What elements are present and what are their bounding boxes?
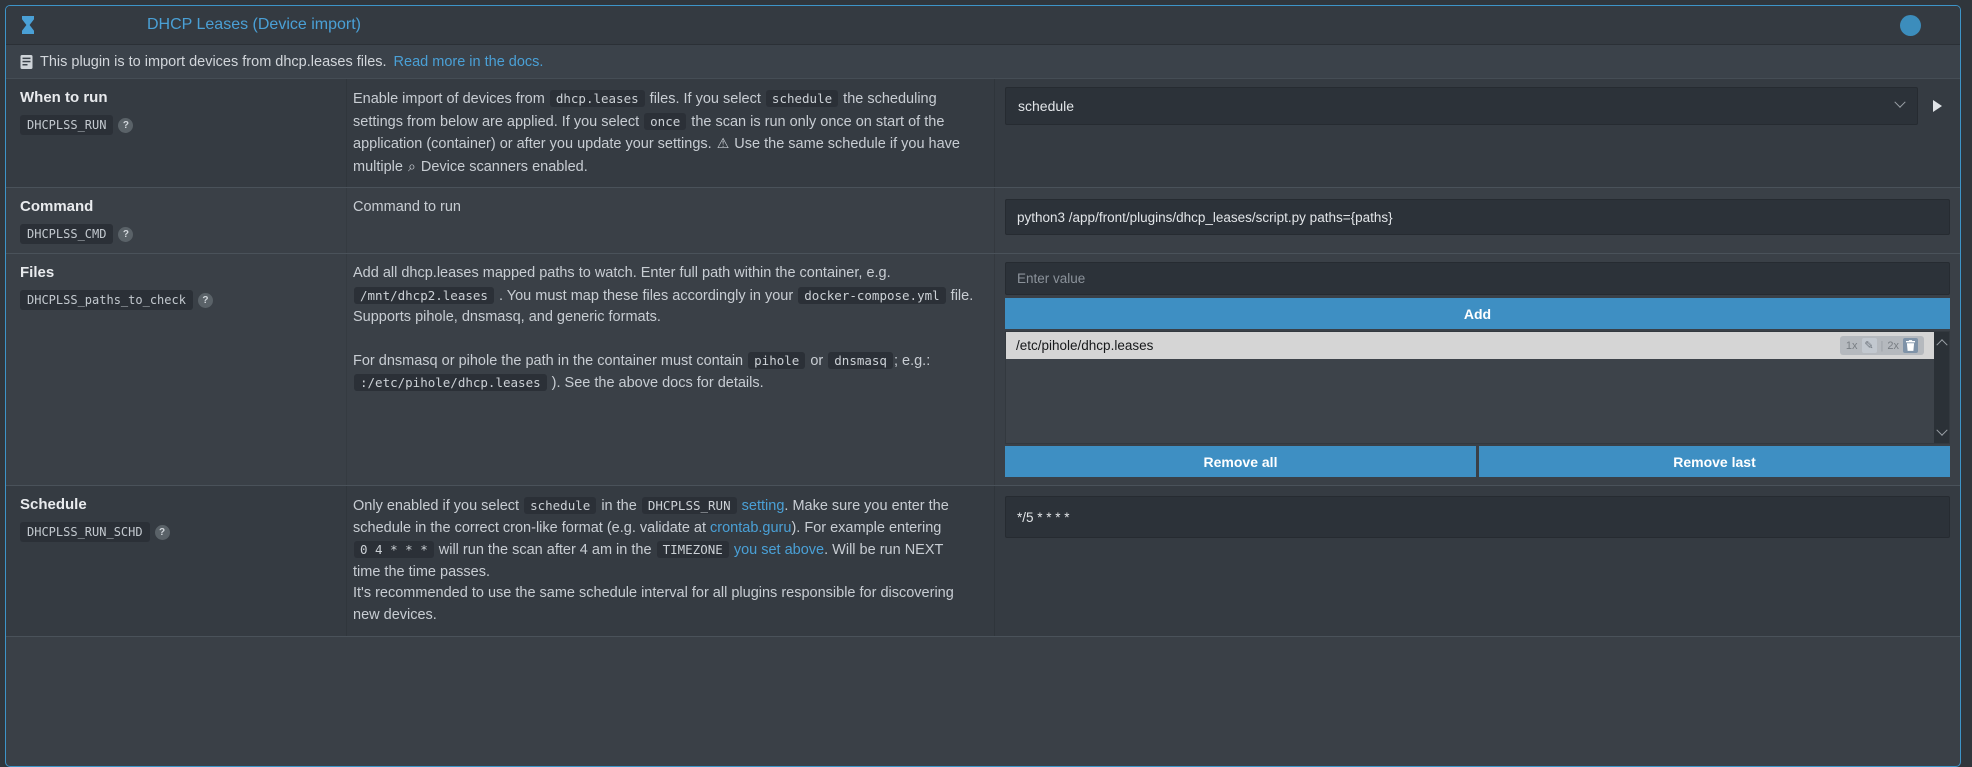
panel-header: DHCP Leases (Device import) [6,6,1960,45]
text-segment: It's recommended to use the same schedul… [353,585,954,623]
inline-code: 0 4 * * * [354,541,434,558]
setting-key-badge: DHCPLSS_RUN_SCHD [20,522,150,542]
setting-description-cell: Command to run [346,188,994,253]
setting-name: Command [20,197,332,217]
hourglass-icon [21,16,35,34]
listbox-scrollbar[interactable] [1934,332,1949,443]
trash-icon [1903,338,1918,353]
setting-control-cell [994,188,1960,253]
scroll-up-icon[interactable] [1936,339,1947,350]
text-segment: Command to run [353,199,461,215]
text-segment: will run the scan after 4 am in the [435,542,656,558]
setting-name: When to run [20,88,332,108]
setting-description-cell: Enable import of devices from dhcp.lease… [346,79,994,187]
setting-control-cell [994,486,1960,636]
help-icon[interactable] [198,293,213,308]
inline-code: TIMEZONE [657,541,729,558]
hint-divider: | [1881,340,1884,352]
docs-link[interactable]: Read more in the docs. [394,54,544,70]
file-list-item[interactable]: /etc/pihole/dhcp.leases 1x ✎ |2x [1006,332,1934,359]
file-path: /etc/pihole/dhcp.leases [1016,338,1153,353]
setting-row-files: Files DHCPLSS_paths_to_check Add all dhc… [6,254,1960,486]
setting-description-cell: Only enabled if you select schedule in t… [346,486,994,636]
plugin-enabled-indicator[interactable] [1900,15,1921,36]
add-button[interactable]: Add [1005,298,1950,329]
item-action-hints: 1x ✎ |2x [1840,336,1924,355]
setting-description: Only enabled if you select schedule in t… [353,495,974,626]
inline-code: once [644,113,686,130]
plugin-settings-panel: DHCP Leases (Device import) This plugin … [5,5,1961,767]
inline-code: DHCPLSS_RUN [642,497,737,514]
inline-link[interactable]: you set above [734,542,824,558]
chevron-down-icon [1894,97,1905,108]
setting-row-command: Command DHCPLSS_CMD Command to run [6,188,1960,254]
text-segment: For dnsmasq or pihole the path in the co… [353,353,747,369]
files-listbox: /etc/pihole/dhcp.leases 1x ✎ |2x [1005,331,1950,444]
select-value: schedule [1018,98,1074,114]
inline-code: :/etc/pihole/dhcp.leases [354,374,547,391]
remove-all-button[interactable]: Remove all [1005,446,1476,477]
setting-name: Schedule [20,495,332,515]
setting-label-cell: Command DHCPLSS_CMD [6,188,346,253]
inline-link[interactable]: setting [742,498,785,514]
scroll-down-icon[interactable] [1936,425,1947,436]
setting-key-badge: DHCPLSS_CMD [20,224,113,244]
warning-icon: ⚠ [716,135,731,151]
help-icon[interactable] [155,525,170,540]
plugin-info-text: This plugin is to import devices from dh… [40,54,387,70]
cron-schedule-input[interactable] [1005,496,1950,538]
search-plus-icon: ⌕ [407,158,417,174]
text-segment: ). For example entering [791,520,941,536]
setting-label-cell: Schedule DHCPLSS_RUN_SCHD [6,486,346,636]
setting-control-cell: schedule [994,79,1960,187]
text-segment: Add all dhcp.leases mapped paths to watc… [353,265,891,281]
inline-code: pihole [748,352,805,369]
inline-link[interactable]: crontab.guru [710,520,791,536]
inline-code: dnsmasq [828,352,893,369]
text-segment: . You must map these files accordingly i… [495,288,797,304]
inline-code: schedule [766,90,838,107]
setting-label-cell: Files DHCPLSS_paths_to_check [6,254,346,485]
setting-description: Enable import of devices from dhcp.lease… [353,88,974,178]
new-path-input[interactable] [1005,262,1950,295]
plugin-info-bar: This plugin is to import devices from dh… [6,45,1960,79]
command-input[interactable] [1005,199,1950,235]
text-segment: ). See the above docs for details. [548,375,764,391]
setting-row-when-to-run: When to run DHCPLSS_RUN Enable import of… [6,79,1960,188]
setting-key-badge: DHCPLSS_paths_to_check [20,290,193,310]
when-to-run-select[interactable]: schedule [1005,87,1918,125]
inline-code: dhcp.leases [550,90,645,107]
inline-code: schedule [524,497,596,514]
panel-title: DHCP Leases (Device import) [147,16,361,34]
run-plugin-button[interactable] [1924,88,1950,124]
inline-code: /mnt/dhcp2.leases [354,287,494,304]
setting-key-badge: DHCPLSS_RUN [20,115,113,135]
setting-row-schedule: Schedule DHCPLSS_RUN_SCHD Only enabled i… [6,486,1960,637]
play-icon [1933,100,1942,112]
setting-control-cell: Add /etc/pihole/dhcp.leases 1x ✎ |2x Remove… [994,254,1960,485]
files-list: /etc/pihole/dhcp.leases 1x ✎ |2x [1006,332,1934,359]
text-segment: Device scanners enabled. [417,159,588,175]
help-icon[interactable] [118,227,133,242]
delete-hint-count: 2x [1887,340,1899,352]
text-segment: in the [597,498,641,514]
edit-hint-count: 1x [1846,340,1858,352]
text-segment: ; e.g.: [894,353,930,369]
edit-icon: ✎ [1862,338,1877,353]
help-icon[interactable] [118,118,133,133]
inline-code: docker-compose.yml [798,287,945,304]
setting-description-cell: Add all dhcp.leases mapped paths to watc… [346,254,994,485]
setting-description: Command to run [353,197,974,219]
setting-description: Add all dhcp.leases mapped paths to watc… [353,263,974,395]
text-segment: or [806,353,827,369]
docs-icon [20,55,33,69]
setting-name: Files [20,263,332,283]
text-segment: files. If you select [646,91,765,107]
setting-label-cell: When to run DHCPLSS_RUN [6,79,346,187]
text-segment: Enable import of devices from [353,91,549,107]
text-segment: Only enabled if you select [353,498,523,514]
remove-last-button[interactable]: Remove last [1479,446,1950,477]
